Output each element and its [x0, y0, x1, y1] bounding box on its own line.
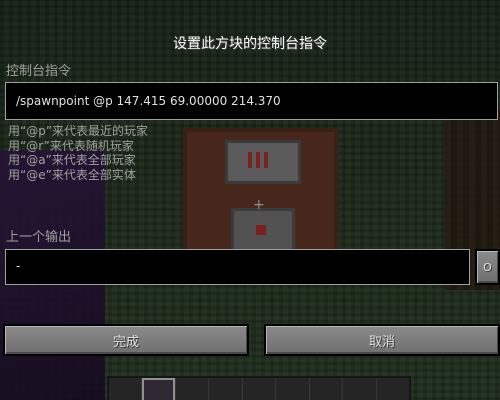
selector-hints: 用“@p”来代表最近的玩家 用“@r”来代表随机玩家 用“@a”来代表全部玩家 …: [8, 124, 148, 182]
hint-line: 用“@r”来代表随机玩家: [8, 138, 134, 153]
hint-line: 用“@a”来代表全部玩家: [8, 153, 136, 167]
command-input[interactable]: [5, 82, 498, 120]
command-label: 控制台指令: [6, 64, 72, 79]
done-button[interactable]: 完成: [3, 324, 249, 356]
previous-output-label: 上一个输出: [6, 230, 72, 245]
dialog-title: 设置此方块的控制台指令: [173, 36, 327, 52]
hint-line: 用“@e”来代表全部实体: [8, 167, 136, 182]
cancel-button[interactable]: 取消: [264, 324, 500, 356]
previous-output-field: -: [5, 249, 470, 285]
command-block-dialog: 设置此方块的控制台指令 控制台指令 用“@p”来代表最近的玩家 用“@r”来代表…: [0, 0, 500, 400]
toggle-output-button[interactable]: O: [475, 249, 500, 285]
hint-line: 用“@p”来代表最近的玩家: [8, 124, 149, 138]
